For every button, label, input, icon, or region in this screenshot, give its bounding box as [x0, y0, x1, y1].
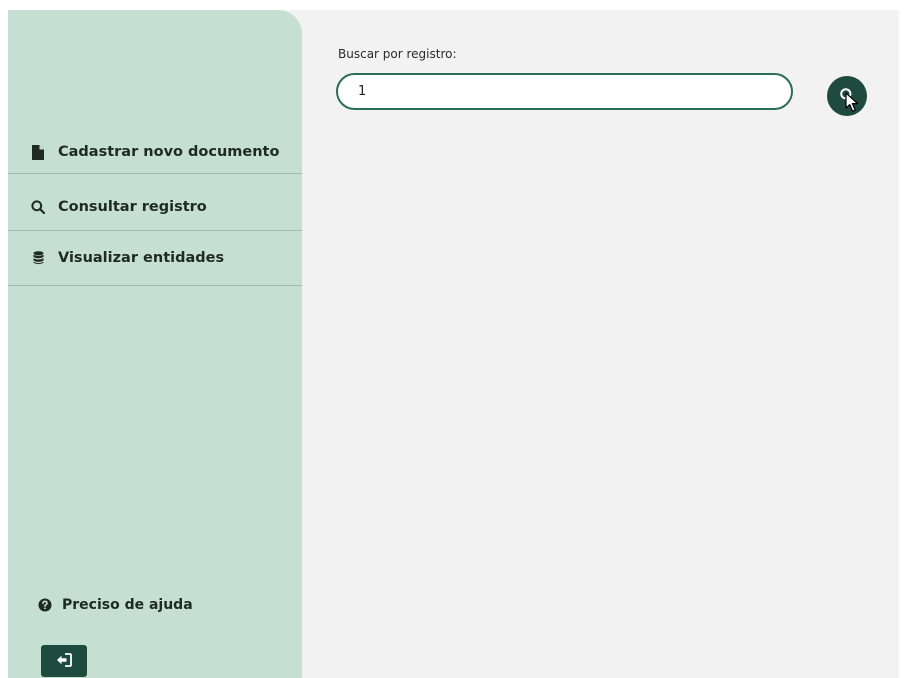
logout-button[interactable]	[41, 645, 87, 677]
sidebar-item-consultar-registro[interactable]: Consultar registro	[8, 185, 302, 229]
sidebar-item-visualizar-entidades[interactable]: Visualizar entidades	[8, 236, 302, 280]
file-icon	[30, 144, 46, 160]
sidebar-divider	[8, 173, 302, 174]
database-icon	[30, 250, 46, 266]
help-label: Preciso de ajuda	[62, 597, 193, 613]
sign-out-icon	[56, 652, 72, 671]
sidebar-item-label: Cadastrar novo documento	[58, 144, 280, 160]
search-label: Buscar por registro:	[338, 47, 457, 61]
sidebar: Cadastrar novo documento Consultar regis…	[8, 10, 302, 678]
sidebar-item-label: Consultar registro	[58, 199, 207, 215]
sidebar-divider	[8, 230, 302, 231]
question-circle-icon	[38, 598, 52, 612]
search-button[interactable]	[827, 76, 867, 116]
app-frame: Cadastrar novo documento Consultar regis…	[8, 10, 899, 678]
search-icon	[30, 199, 46, 215]
search-input[interactable]	[336, 73, 793, 110]
sidebar-item-cadastrar-novo-documento[interactable]: Cadastrar novo documento	[8, 130, 302, 174]
sidebar-divider	[8, 285, 302, 286]
search-icon	[839, 87, 855, 106]
help-link[interactable]: Preciso de ajuda	[38, 594, 193, 616]
sidebar-item-label: Visualizar entidades	[58, 250, 225, 266]
